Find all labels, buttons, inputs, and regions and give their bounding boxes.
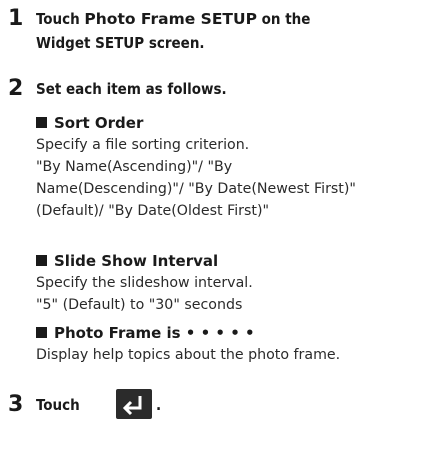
back-button[interactable] bbox=[116, 389, 152, 419]
step-number: 2 bbox=[8, 76, 24, 101]
manual-page: { "steps": [ { "number": "1", "line1_pre… bbox=[0, 0, 423, 452]
item-sort-order: Sort Order Specify a file sorting criter… bbox=[36, 112, 416, 222]
square-bullet-icon bbox=[36, 255, 47, 266]
item-description: Specify a file sorting criterion. bbox=[36, 137, 250, 153]
item-option-text: Name(Descending)"/ "By Date(Newest First… bbox=[36, 181, 356, 197]
step-1-line-1: Touch Photo Frame SETUP on the bbox=[36, 8, 310, 31]
square-bullet-icon bbox=[36, 327, 47, 338]
item-description: Display help topics about the photo fram… bbox=[36, 347, 341, 363]
item-heading-text: Photo Frame is • • • • • bbox=[54, 324, 255, 342]
step-number: 3 bbox=[8, 392, 24, 417]
item-heading: Photo Frame is • • • • • bbox=[36, 322, 416, 344]
step-2-text: Set each item as follows. bbox=[36, 80, 227, 98]
item-option-text: "5" (Default) to "30" seconds bbox=[36, 297, 243, 313]
step-1-prefix: Touch bbox=[36, 10, 85, 28]
item-heading: Slide Show Interval bbox=[36, 250, 416, 272]
item-option-text: "By Name(Ascending)"/ "By bbox=[36, 159, 233, 175]
square-bullet-icon bbox=[36, 117, 47, 128]
item-photo-frame-is: Photo Frame is • • • • • Display help to… bbox=[36, 322, 416, 366]
step-1-suffix: on the bbox=[256, 10, 311, 28]
step-3-text: Touch bbox=[36, 396, 80, 414]
item-option-text: (Default)/ "By Date(Oldest First)" bbox=[36, 203, 270, 219]
item-heading-text: Slide Show Interval bbox=[54, 252, 219, 270]
step-number: 1 bbox=[8, 6, 24, 31]
photo-frame-setup-keyword: Photo Frame SETUP bbox=[84, 10, 257, 28]
item-slide-show-interval: Slide Show Interval Specify the slidesho… bbox=[36, 250, 416, 316]
step-1-line-2: Widget SETUP screen. bbox=[36, 34, 205, 52]
item-heading-text: Sort Order bbox=[54, 114, 144, 132]
item-description: Specify the slideshow interval. bbox=[36, 275, 253, 291]
item-heading: Sort Order bbox=[36, 112, 416, 134]
step-3-period: . bbox=[156, 396, 162, 414]
